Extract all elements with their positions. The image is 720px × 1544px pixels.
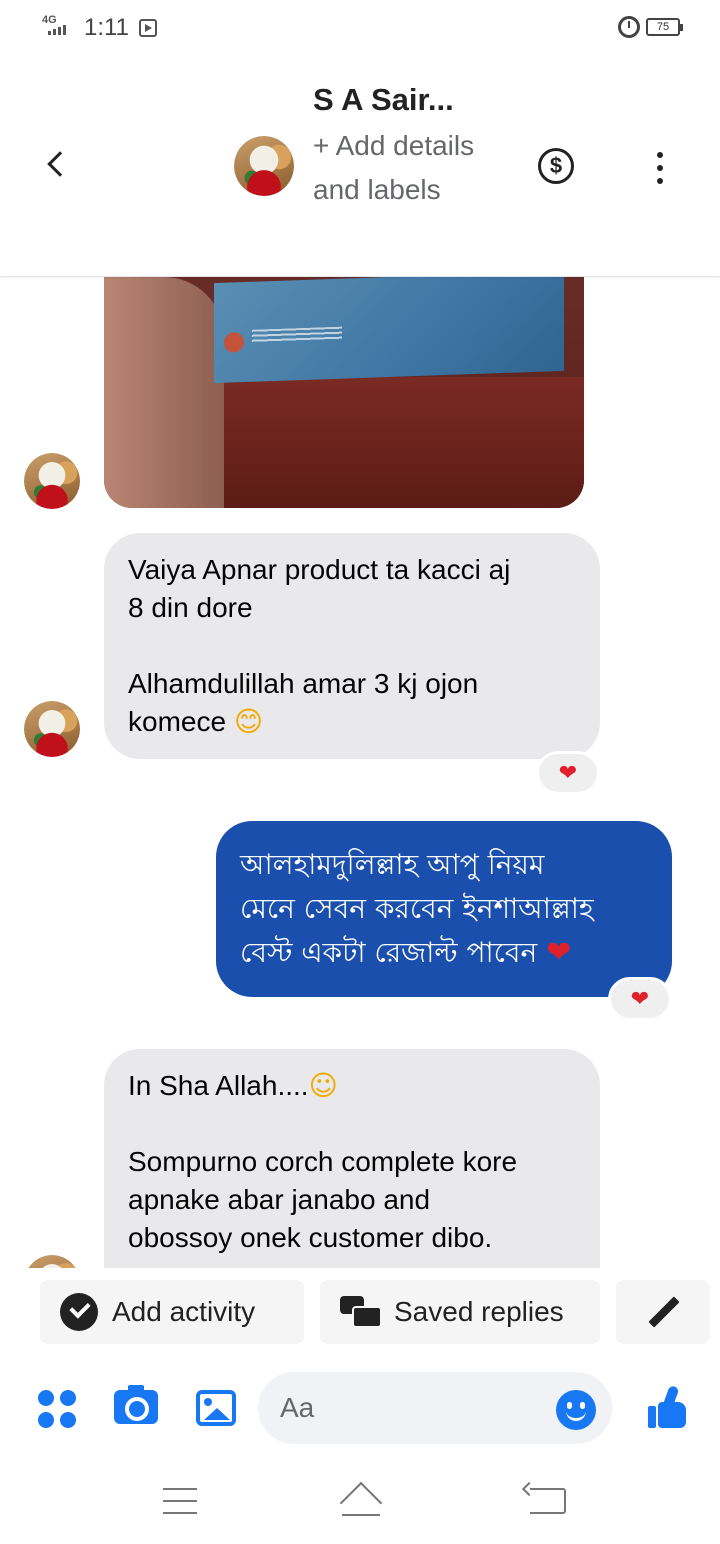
message-line: মেনে সেবন করবেন ইনশাআল্লাহ [240, 892, 594, 925]
message-line: Sompurno corch complete kore [128, 1146, 518, 1177]
message-line: আলহামদুলিল্লাহ আপু নিয়ম [240, 848, 545, 881]
saved-replies-button[interactable]: Saved replies [320, 1280, 600, 1344]
message-line: In Sha Allah.... [128, 1070, 309, 1101]
back-nav-icon[interactable] [530, 1488, 566, 1514]
message-line [128, 627, 576, 665]
shared-photo[interactable] [104, 277, 584, 508]
camera-icon[interactable] [114, 1385, 158, 1424]
saved-replies-label: Saved replies [394, 1296, 564, 1327]
gallery-icon[interactable] [196, 1390, 236, 1426]
reaction-badge[interactable]: ❤ [608, 977, 672, 1021]
message-line: Vaiya Apnar product ta kacci aj [128, 554, 511, 585]
status-bar: 4G 1:11 75 [0, 0, 720, 56]
more-options-icon[interactable] [648, 152, 672, 184]
message-line: komece [128, 706, 227, 737]
recents-icon[interactable] [163, 1488, 197, 1514]
apps-icon[interactable] [38, 1390, 76, 1428]
battery-icon: 75 [646, 18, 683, 36]
message-line: obossoy onek customer dibo. [128, 1222, 493, 1253]
message-line: apnake abar janabo and [128, 1184, 431, 1215]
conversation-header: S A Sair... + Add details and labels $ [0, 56, 720, 277]
signal-icon: 4G [40, 15, 74, 41]
reaction-badge[interactable]: ❤ [536, 751, 600, 795]
status-time: 1:11 [84, 14, 129, 41]
message-line: 8 din dore [128, 592, 253, 623]
edit-button[interactable] [616, 1280, 710, 1344]
chat-bubbles-icon [340, 1294, 382, 1330]
contact-avatar[interactable] [234, 136, 294, 196]
message-composer [0, 1354, 720, 1464]
payment-dollar-icon[interactable]: $ [538, 148, 574, 184]
add-details-link[interactable]: + Add details and labels [313, 124, 503, 212]
incoming-message-bubble[interactable]: In Sha Allah....☺ Sompurno corch complet… [104, 1049, 600, 1268]
message-line: Alhamdulillah amar 3 kj ojon [128, 668, 479, 699]
heart-icon: ❤ [546, 935, 572, 970]
incoming-message-bubble[interactable]: Vaiya Apnar product ta kacci aj 8 din do… [104, 533, 600, 759]
outgoing-message-bubble[interactable]: আলহামদুলিল্লাহ আপু নিয়ম মেনে সেবন করবেন… [216, 821, 672, 997]
message-list[interactable]: Vaiya Apnar product ta kacci aj 8 din do… [0, 277, 720, 1268]
system-nav-bar [0, 1464, 720, 1544]
smiling-emoji-icon: ☺ [308, 1069, 338, 1102]
add-activity-label: Add activity [112, 1296, 256, 1327]
heart-icon: ❤ [558, 760, 578, 786]
back-button[interactable] [36, 144, 76, 184]
sender-avatar[interactable] [24, 1255, 80, 1268]
heart-icon: ❤ [630, 986, 650, 1012]
quick-actions-bar: Add activity Saved replies [0, 1268, 720, 1354]
alarm-icon [618, 16, 640, 38]
emoji-icon[interactable] [556, 1390, 596, 1430]
network-type: 4G [42, 14, 57, 26]
chevron-left-icon [47, 151, 73, 177]
home-icon[interactable] [338, 1484, 384, 1520]
contact-name[interactable]: S A Sair... [313, 82, 454, 118]
message-line [128, 1105, 576, 1143]
sender-avatar[interactable] [24, 453, 80, 509]
thumbs-up-icon[interactable] [646, 1384, 690, 1430]
message-line: বেস্ট একটা রেজাল্ট পাবেন [240, 936, 538, 969]
add-activity-button[interactable]: Add activity [40, 1280, 304, 1344]
pencil-icon [643, 1292, 683, 1332]
smile-emoji-icon: 😊 [233, 705, 264, 738]
check-circle-icon [60, 1293, 98, 1331]
play-store-icon [138, 19, 157, 37]
sender-avatar[interactable] [24, 701, 80, 757]
